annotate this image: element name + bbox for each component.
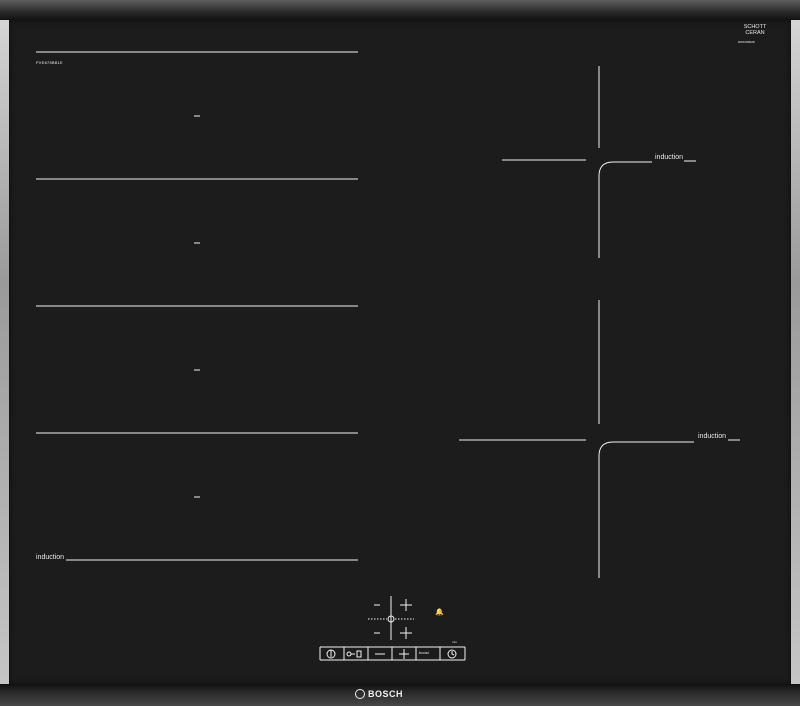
serial-number: 6001008028 — [738, 40, 755, 44]
front-right-corner — [598, 441, 694, 578]
schott-ceran-logo: SCHOTT CERAN — [740, 24, 770, 36]
bosch-logo-icon — [355, 689, 365, 699]
flex-zone-label: induction — [36, 554, 65, 561]
lock-icon — [346, 650, 362, 658]
timer-label: min — [452, 640, 457, 644]
bosch-brand-text: BOSCH — [368, 689, 404, 699]
power-icon — [326, 649, 336, 659]
ceran-text: CERAN — [745, 30, 765, 36]
boost-button[interactable]: boost — [419, 650, 429, 655]
front-right-zone-label: induction — [698, 433, 727, 440]
bell-icon[interactable]: 🔔 — [435, 608, 444, 616]
cooktop-frame: PXE675BB1E SCHOTT CERAN 6001008028 induc… — [0, 0, 800, 706]
rear-right-zone-label: induction — [655, 154, 684, 161]
main-plus-icon — [399, 649, 409, 659]
clock-icon — [447, 649, 457, 659]
cooktop-markings — [36, 51, 740, 661]
rear-right-corner — [598, 161, 652, 258]
model-code: PXE675BB1E — [36, 60, 63, 65]
